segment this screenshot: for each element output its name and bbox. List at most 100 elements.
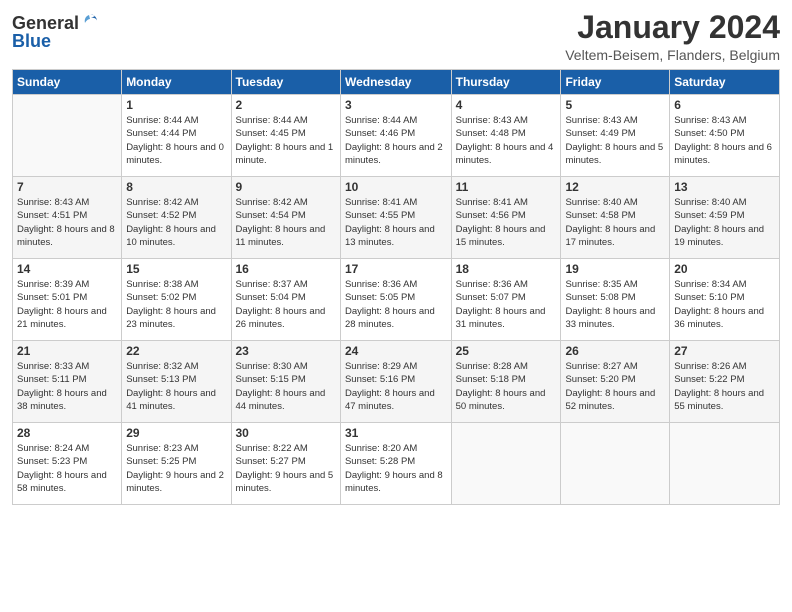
day-info: Sunrise: 8:37 AMSunset: 5:04 PMDaylight:… bbox=[236, 278, 336, 331]
col-header-thursday: Thursday bbox=[451, 70, 561, 95]
day-info: Sunrise: 8:23 AMSunset: 5:25 PMDaylight:… bbox=[126, 442, 226, 495]
day-number: 21 bbox=[17, 344, 117, 358]
day-info: Sunrise: 8:29 AMSunset: 5:16 PMDaylight:… bbox=[345, 360, 447, 413]
day-cell: 23 Sunrise: 8:30 AMSunset: 5:15 PMDayligh… bbox=[231, 341, 340, 423]
day-info: Sunrise: 8:41 AMSunset: 4:56 PMDaylight:… bbox=[456, 196, 557, 249]
day-info: Sunrise: 8:44 AMSunset: 4:46 PMDaylight:… bbox=[345, 114, 447, 167]
day-number: 16 bbox=[236, 262, 336, 276]
day-info: Sunrise: 8:43 AMSunset: 4:50 PMDaylight:… bbox=[674, 114, 775, 167]
day-number: 24 bbox=[345, 344, 447, 358]
day-number: 12 bbox=[565, 180, 665, 194]
day-info: Sunrise: 8:42 AMSunset: 4:52 PMDaylight:… bbox=[126, 196, 226, 249]
day-cell: 6 Sunrise: 8:43 AMSunset: 4:50 PMDaylight… bbox=[670, 95, 780, 177]
logo-blue-text: Blue bbox=[12, 32, 51, 50]
day-cell: 7 Sunrise: 8:43 AMSunset: 4:51 PMDaylight… bbox=[13, 177, 122, 259]
day-cell: 8Sunrise: 8:42 AMSunset: 4:52 PMDaylight… bbox=[122, 177, 231, 259]
day-number: 25 bbox=[456, 344, 557, 358]
day-number: 30 bbox=[236, 426, 336, 440]
day-number: 1 bbox=[126, 98, 226, 112]
week-row-5: 28Sunrise: 8:24 AMSunset: 5:23 PMDayligh… bbox=[13, 423, 780, 505]
day-info: Sunrise: 8:36 AMSunset: 5:05 PMDaylight:… bbox=[345, 278, 447, 331]
day-cell: 20 Sunrise: 8:34 AMSunset: 5:10 PMDayligh… bbox=[670, 259, 780, 341]
title-block: January 2024 Veltem-Beisem, Flanders, Be… bbox=[565, 10, 780, 63]
day-info: Sunrise: 8:32 AMSunset: 5:13 PMDaylight:… bbox=[126, 360, 226, 413]
day-info: Sunrise: 8:27 AMSunset: 5:20 PMDaylight:… bbox=[565, 360, 665, 413]
col-header-monday: Monday bbox=[122, 70, 231, 95]
day-info: Sunrise: 8:30 AMSunset: 5:15 PMDaylight:… bbox=[236, 360, 336, 413]
day-number: 11 bbox=[456, 180, 557, 194]
day-cell: 10Sunrise: 8:41 AMSunset: 4:55 PMDayligh… bbox=[340, 177, 451, 259]
day-cell: 31 Sunrise: 8:20 AMSunset: 5:28 PMDayligh… bbox=[340, 423, 451, 505]
day-number: 29 bbox=[126, 426, 226, 440]
logo-general-text: General bbox=[12, 14, 79, 32]
day-cell: 19Sunrise: 8:35 AMSunset: 5:08 PMDayligh… bbox=[561, 259, 670, 341]
day-cell: 2Sunrise: 8:44 AMSunset: 4:45 PMDaylight… bbox=[231, 95, 340, 177]
day-number: 22 bbox=[126, 344, 226, 358]
day-number: 7 bbox=[17, 180, 117, 194]
calendar-container: General Blue January 2024 Veltem-Beisem,… bbox=[0, 0, 792, 612]
week-row-4: 21Sunrise: 8:33 AMSunset: 5:11 PMDayligh… bbox=[13, 341, 780, 423]
day-cell: 14 Sunrise: 8:39 AMSunset: 5:01 PMDayligh… bbox=[13, 259, 122, 341]
day-number: 14 bbox=[17, 262, 117, 276]
day-cell: 1Sunrise: 8:44 AMSunset: 4:44 PMDaylight… bbox=[122, 95, 231, 177]
day-cell: 27 Sunrise: 8:26 AMSunset: 5:22 PMDayligh… bbox=[670, 341, 780, 423]
header: General Blue January 2024 Veltem-Beisem,… bbox=[12, 10, 780, 63]
col-header-saturday: Saturday bbox=[670, 70, 780, 95]
day-info: Sunrise: 8:40 AMSunset: 4:58 PMDaylight:… bbox=[565, 196, 665, 249]
day-number: 23 bbox=[236, 344, 336, 358]
day-info: Sunrise: 8:38 AMSunset: 5:02 PMDaylight:… bbox=[126, 278, 226, 331]
week-row-1: 1Sunrise: 8:44 AMSunset: 4:44 PMDaylight… bbox=[13, 95, 780, 177]
location-subtitle: Veltem-Beisem, Flanders, Belgium bbox=[565, 47, 780, 63]
col-header-wednesday: Wednesday bbox=[340, 70, 451, 95]
day-info: Sunrise: 8:39 AMSunset: 5:01 PMDaylight:… bbox=[17, 278, 117, 331]
week-row-3: 14 Sunrise: 8:39 AMSunset: 5:01 PMDayligh… bbox=[13, 259, 780, 341]
day-cell bbox=[13, 95, 122, 177]
day-cell bbox=[670, 423, 780, 505]
day-info: Sunrise: 8:40 AMSunset: 4:59 PMDaylight:… bbox=[674, 196, 775, 249]
day-info: Sunrise: 8:43 AMSunset: 4:48 PMDaylight:… bbox=[456, 114, 557, 167]
day-info: Sunrise: 8:22 AMSunset: 5:27 PMDaylight:… bbox=[236, 442, 336, 495]
day-info: Sunrise: 8:20 AMSunset: 5:28 PMDaylight:… bbox=[345, 442, 447, 495]
day-info: Sunrise: 8:34 AMSunset: 5:10 PMDaylight:… bbox=[674, 278, 775, 331]
day-info: Sunrise: 8:28 AMSunset: 5:18 PMDaylight:… bbox=[456, 360, 557, 413]
day-cell: 24 Sunrise: 8:29 AMSunset: 5:16 PMDayligh… bbox=[340, 341, 451, 423]
day-number: 17 bbox=[345, 262, 447, 276]
day-info: Sunrise: 8:43 AMSunset: 4:51 PMDaylight:… bbox=[17, 196, 117, 249]
day-number: 3 bbox=[345, 98, 447, 112]
day-number: 2 bbox=[236, 98, 336, 112]
day-number: 18 bbox=[456, 262, 557, 276]
day-number: 6 bbox=[674, 98, 775, 112]
day-cell: 12 Sunrise: 8:40 AMSunset: 4:58 PMDayligh… bbox=[561, 177, 670, 259]
day-cell: 22 Sunrise: 8:32 AMSunset: 5:13 PMDayligh… bbox=[122, 341, 231, 423]
col-header-tuesday: Tuesday bbox=[231, 70, 340, 95]
day-info: Sunrise: 8:36 AMSunset: 5:07 PMDaylight:… bbox=[456, 278, 557, 331]
day-cell: 18 Sunrise: 8:36 AMSunset: 5:07 PMDayligh… bbox=[451, 259, 561, 341]
day-cell: 9Sunrise: 8:42 AMSunset: 4:54 PMDaylight… bbox=[231, 177, 340, 259]
day-number: 13 bbox=[674, 180, 775, 194]
day-cell: 5 Sunrise: 8:43 AMSunset: 4:49 PMDaylight… bbox=[561, 95, 670, 177]
day-cell: 16 Sunrise: 8:37 AMSunset: 5:04 PMDayligh… bbox=[231, 259, 340, 341]
day-number: 5 bbox=[565, 98, 665, 112]
day-number: 28 bbox=[17, 426, 117, 440]
col-header-friday: Friday bbox=[561, 70, 670, 95]
day-cell: 21Sunrise: 8:33 AMSunset: 5:11 PMDayligh… bbox=[13, 341, 122, 423]
day-cell: 28Sunrise: 8:24 AMSunset: 5:23 PMDayligh… bbox=[13, 423, 122, 505]
day-cell: 11 Sunrise: 8:41 AMSunset: 4:56 PMDayligh… bbox=[451, 177, 561, 259]
day-number: 20 bbox=[674, 262, 775, 276]
calendar-header-row: SundayMondayTuesdayWednesdayThursdayFrid… bbox=[13, 70, 780, 95]
day-info: Sunrise: 8:26 AMSunset: 5:22 PMDaylight:… bbox=[674, 360, 775, 413]
day-number: 4 bbox=[456, 98, 557, 112]
day-cell: 30 Sunrise: 8:22 AMSunset: 5:27 PMDayligh… bbox=[231, 423, 340, 505]
day-number: 19 bbox=[565, 262, 665, 276]
day-cell bbox=[561, 423, 670, 505]
day-number: 31 bbox=[345, 426, 447, 440]
day-cell: 15Sunrise: 8:38 AMSunset: 5:02 PMDayligh… bbox=[122, 259, 231, 341]
logo: General Blue bbox=[12, 14, 99, 50]
day-number: 27 bbox=[674, 344, 775, 358]
day-number: 9 bbox=[236, 180, 336, 194]
day-cell: 4 Sunrise: 8:43 AMSunset: 4:48 PMDaylight… bbox=[451, 95, 561, 177]
day-cell: 29 Sunrise: 8:23 AMSunset: 5:25 PMDayligh… bbox=[122, 423, 231, 505]
day-info: Sunrise: 8:43 AMSunset: 4:49 PMDaylight:… bbox=[565, 114, 665, 167]
day-info: Sunrise: 8:41 AMSunset: 4:55 PMDaylight:… bbox=[345, 196, 447, 249]
month-year-title: January 2024 bbox=[565, 10, 780, 45]
